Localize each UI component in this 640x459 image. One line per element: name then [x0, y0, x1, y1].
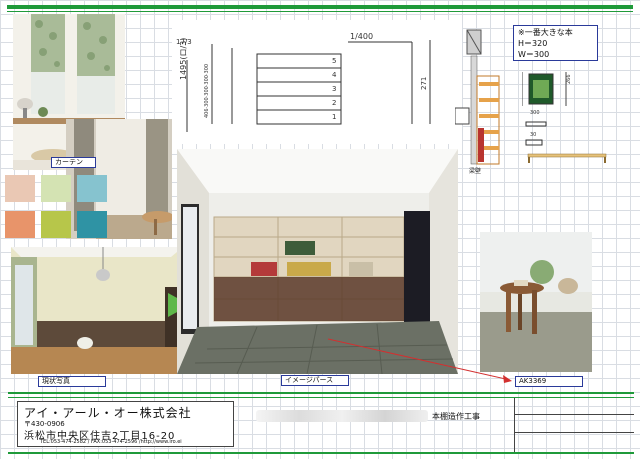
color-swatch-grid [5, 175, 108, 241]
curtain-label: カーテン [51, 157, 96, 168]
redaction-mark [256, 410, 428, 422]
section-detail: 梁壁 [454, 22, 511, 175]
title-block-divider [514, 398, 515, 452]
book-small-dim: 266 [566, 74, 572, 84]
shelf-number-1: 1 [332, 113, 337, 121]
title-block-row-line [514, 414, 634, 415]
sketch-right-dim: 271 [420, 76, 428, 90]
swatch-lime [41, 211, 71, 238]
top-border-thin-line [7, 11, 633, 12]
swatch-peach [5, 175, 35, 202]
swatch-light-green [41, 175, 71, 202]
title-block-row-line-2 [514, 432, 634, 433]
shelf-sketch: 17/3 1495(ロ/3) 406·300·300·300·300 1/400… [172, 20, 462, 144]
title-block-bottom-line [8, 452, 634, 454]
company-contact: TEL:053-474-2582 / FAX:053-474-2596 /htt… [40, 439, 182, 445]
top-border-line [7, 5, 633, 9]
drawing-sheet: カーテン 現状写真 イメージパース AK3369 17/3 1495(ロ/3) … [0, 0, 640, 459]
shelf-number-4: 4 [332, 71, 337, 79]
shelf-number-2: 2 [332, 99, 337, 107]
section-label: 梁壁 [469, 168, 482, 175]
stool-photo [480, 232, 592, 372]
project-title: 本棚造作工事 [432, 412, 480, 421]
spec-box: ※一番大きな本 H＝320 W＝300 [513, 25, 598, 61]
sketch-height-dim: 1495(ロ/3) [179, 37, 188, 80]
sketch-width-dim: 1/400 [350, 32, 374, 41]
spec-line-2: H＝320 [518, 39, 548, 48]
plank-detail [527, 153, 607, 163]
title-block-top-line [8, 392, 634, 394]
title-block-mid-line [8, 397, 634, 398]
current-photo-label: 現状写真 [38, 376, 106, 387]
book-dim-2: 30 [530, 132, 537, 138]
current-state-photo [11, 247, 183, 374]
company-box: アイ・アール・オー株式会社 〒430-0906 浜松市中央区住吉2丁目16-20… [17, 401, 234, 447]
product-code-label: AK3369 [515, 376, 583, 387]
swatch-aqua [77, 175, 107, 202]
spec-line-3: W＝300 [518, 50, 550, 59]
shelf-number-5: 5 [332, 57, 337, 65]
title-block: アイ・アール・オー株式会社 〒430-0906 浜松市中央区住吉2丁目16-20… [8, 392, 634, 454]
spec-line-1: ※一番大きな本 [518, 28, 573, 37]
book-dim-1: 300 [530, 110, 540, 116]
sketch-left-stack: 406·300·300·300·300 [204, 63, 210, 118]
swatch-teal [77, 211, 107, 238]
swatch-orange [5, 211, 35, 238]
shelf-number-3: 3 [332, 85, 337, 93]
